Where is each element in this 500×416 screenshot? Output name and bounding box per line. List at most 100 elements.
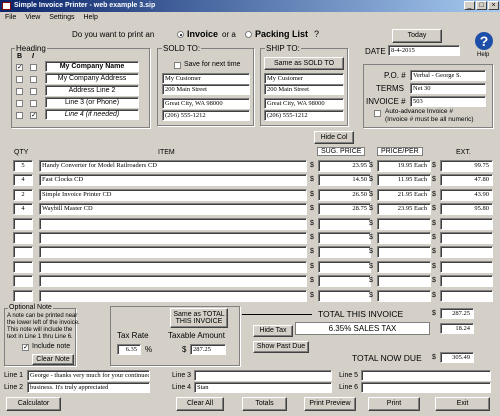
item-item-field[interactable] (39, 261, 307, 273)
item-sug-field[interactable] (318, 218, 371, 230)
item-ext-field[interactable] (440, 246, 493, 258)
sales-tax-field[interactable]: 18.24 (440, 323, 474, 334)
heading-bold-check-5[interactable] (16, 112, 23, 119)
include-note-check[interactable]: ✓ (22, 344, 29, 351)
heading-italic-check-1[interactable] (30, 64, 37, 71)
item-sug-field[interactable]: 14.50 (318, 174, 371, 186)
ship-to-line-1[interactable]: My Customer (264, 73, 344, 84)
item-price-field[interactable] (377, 232, 431, 244)
invoice-number-field[interactable]: 503 (410, 96, 486, 107)
save-for-next-time-check[interactable] (174, 62, 181, 69)
item-qty-field[interactable] (13, 290, 33, 302)
item-price-field[interactable]: 23.95 Each (377, 203, 431, 215)
item-price-field[interactable]: 11.95 Each (377, 174, 431, 186)
note-line-1-field[interactable]: George - thanks very much for your conti… (27, 370, 150, 381)
maximize-button[interactable]: □ (476, 1, 487, 10)
item-qty-field[interactable] (13, 246, 33, 258)
item-item-field[interactable] (39, 218, 307, 230)
total-now-due-field[interactable]: 305.49 (440, 352, 474, 363)
item-ext-field[interactable]: 47.80 (440, 174, 493, 186)
item-item-field[interactable]: Waybill Master CD (39, 203, 307, 215)
close-button[interactable]: × (488, 1, 499, 10)
item-item-field[interactable]: Simple Invoice Printer CD (39, 189, 307, 201)
menu-view[interactable]: View (25, 14, 40, 21)
minimize-button[interactable]: _ (464, 1, 475, 10)
item-qty-field[interactable] (13, 232, 33, 244)
item-qty-field[interactable] (13, 218, 33, 230)
hide-tax-button[interactable]: Hide Tax (253, 325, 293, 337)
auto-advance-check[interactable] (374, 110, 381, 117)
sug-price-header[interactable]: SUG. PRICE (317, 147, 366, 156)
heading-italic-check-3[interactable] (30, 88, 37, 95)
heading-italic-check-2[interactable] (30, 76, 37, 83)
item-sug-field[interactable] (318, 275, 371, 287)
item-price-field[interactable] (377, 290, 431, 302)
date-field[interactable]: 8-4-2015 (388, 45, 460, 56)
item-price-field[interactable] (377, 261, 431, 273)
menu-settings[interactable]: Settings (49, 14, 74, 21)
item-price-field[interactable] (377, 218, 431, 230)
print-preview-button[interactable]: Print Preview (304, 397, 356, 411)
item-price-field[interactable] (377, 275, 431, 287)
item-price-field[interactable]: 19.95 Each (377, 160, 431, 172)
heading-bold-check-2[interactable] (16, 76, 23, 83)
today-button[interactable]: Today (392, 29, 442, 43)
heading-line-1[interactable]: My Company Name (45, 61, 139, 72)
sold-to-line-1[interactable]: My Customer (162, 73, 250, 84)
heading-line-4[interactable]: Line 3 (or Phone) (45, 97, 139, 108)
item-item-field[interactable]: Fast Clocks CD (39, 174, 307, 186)
invoice-radio[interactable] (177, 31, 184, 38)
menu-help[interactable]: Help (83, 14, 97, 21)
item-item-field[interactable] (39, 290, 307, 302)
item-sug-field[interactable]: 23.95 (318, 160, 371, 172)
ship-to-line-2[interactable]: 200 Main Street (264, 84, 344, 95)
item-ext-field[interactable] (440, 275, 493, 287)
tax-rate-field[interactable]: 6.35 (117, 344, 141, 355)
taxable-amount-field[interactable]: 287.25 (190, 344, 226, 355)
note-line-3-field[interactable] (194, 370, 332, 381)
clear-note-button[interactable]: Clear Note (32, 354, 74, 365)
totals-button[interactable]: Totals (242, 397, 287, 411)
item-ext-field[interactable] (440, 218, 493, 230)
price-per-header[interactable]: PRICE/PER (377, 147, 423, 156)
heading-bold-check-1[interactable]: ✓ (16, 64, 23, 71)
item-ext-field[interactable] (440, 261, 493, 273)
ship-to-line-3[interactable]: Great City, WA 98000 (264, 98, 344, 109)
clear-all-button[interactable]: Clear All (176, 397, 224, 411)
heading-italic-check-5[interactable]: ✓ (30, 112, 37, 119)
item-sug-field[interactable] (318, 261, 371, 273)
item-ext-field[interactable]: 95.80 (440, 203, 493, 215)
heading-line-3[interactable]: Address Line 2 (45, 85, 139, 96)
help-icon[interactable]: ? (475, 32, 493, 50)
item-qty-field[interactable]: 5 (13, 160, 33, 172)
item-ext-field[interactable]: 43.90 (440, 189, 493, 201)
heading-bold-check-3[interactable] (16, 88, 23, 95)
note-line-6-field[interactable] (361, 382, 491, 393)
item-qty-field[interactable] (13, 275, 33, 287)
item-ext-field[interactable]: 99.75 (440, 160, 493, 172)
po-field[interactable]: Verbal - George S. (410, 70, 486, 81)
sold-to-line-3[interactable]: Great City, WA 98000 (162, 98, 250, 109)
menu-file[interactable]: File (5, 14, 16, 21)
item-price-field[interactable] (377, 246, 431, 258)
ship-to-line-4[interactable]: (206) 555-1212 (264, 110, 344, 121)
same-as-sold-to-button[interactable]: Same as SOLD TO (264, 57, 344, 70)
item-price-field[interactable]: 21.95 Each (377, 189, 431, 201)
note-line-4-field[interactable]: Stan (194, 382, 332, 393)
total-this-invoice-field[interactable]: 287.25 (440, 308, 474, 319)
packing-list-radio[interactable] (245, 31, 252, 38)
item-qty-field[interactable]: 2 (13, 189, 33, 201)
exit-button[interactable]: Exit (435, 397, 490, 411)
heading-line-2[interactable]: My Company Address (45, 73, 139, 84)
note-line-2-field[interactable]: business. It's truly appreciated (27, 382, 150, 393)
item-item-field[interactable]: Handy Converter for Model Railroaders CD (39, 160, 307, 172)
item-qty-field[interactable]: 4 (13, 174, 33, 186)
item-sug-field[interactable] (318, 290, 371, 302)
heading-line-5[interactable]: Line 4 (if needed) (45, 109, 139, 120)
item-qty-field[interactable]: 4 (13, 203, 33, 215)
terms-field[interactable]: Net 30 (410, 83, 486, 94)
item-ext-field[interactable] (440, 232, 493, 244)
print-button[interactable]: Print (368, 397, 420, 411)
sold-to-line-4[interactable]: (206) 555-1212 (162, 110, 250, 121)
hide-column-button[interactable]: Hide Col (314, 131, 354, 144)
